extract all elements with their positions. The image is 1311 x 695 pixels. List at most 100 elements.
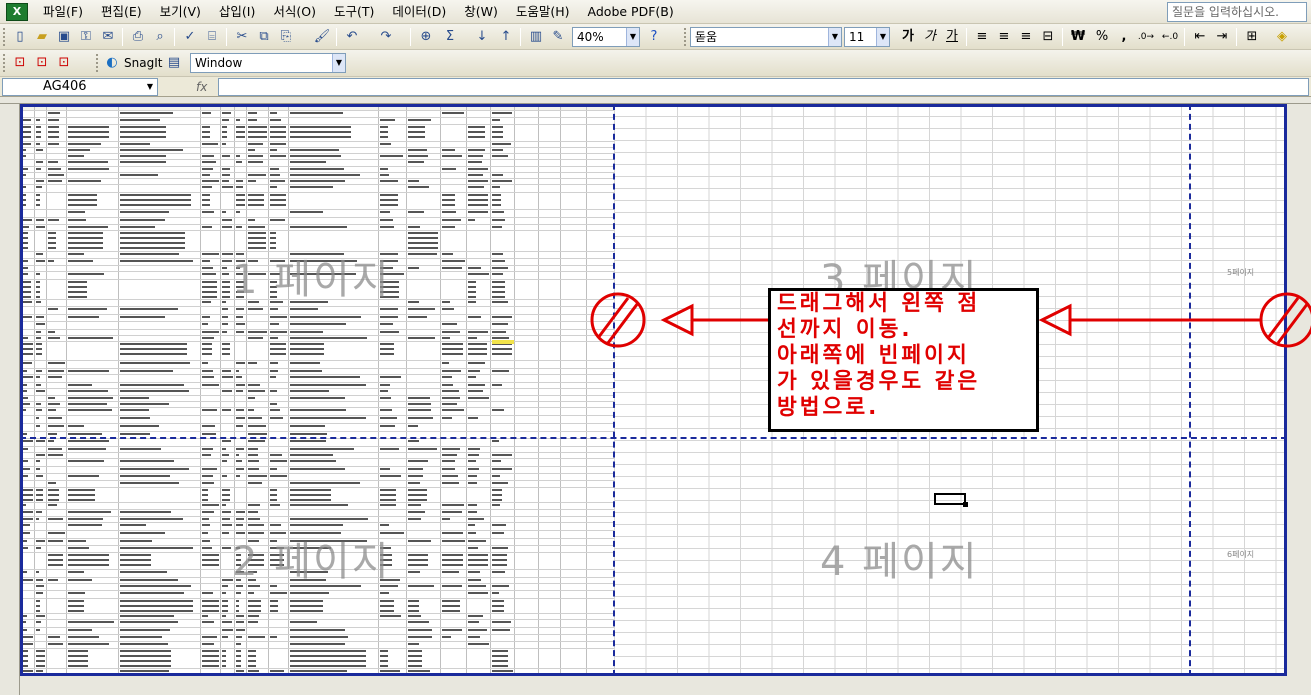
callout-line: 선까지 이동. bbox=[777, 317, 913, 342]
pdf-email-icon[interactable]: ⊡ bbox=[32, 53, 52, 73]
column-headers[interactable] bbox=[0, 97, 1311, 104]
menu-window[interactable]: 창(W) bbox=[455, 1, 507, 23]
snagit-icon[interactable]: ◐ bbox=[102, 53, 122, 73]
font-name-combo[interactable]: 돋움 ▼ bbox=[690, 27, 842, 47]
page-label-2: 2 페이지 bbox=[232, 539, 391, 585]
help-icon[interactable]: ? bbox=[644, 27, 664, 47]
page-label-4: 4 페이지 bbox=[820, 539, 979, 585]
snagit-settings-icon[interactable]: ▤ bbox=[164, 53, 184, 73]
callout-line: 가 있을경우도 같은 bbox=[777, 369, 981, 394]
toolbar-grip[interactable] bbox=[96, 54, 100, 72]
decrease-indent-icon[interactable]: ⇤ bbox=[1190, 27, 1210, 47]
menu-adobe-pdf[interactable]: Adobe PDF(B) bbox=[579, 1, 683, 23]
toolbar-separator bbox=[174, 28, 175, 46]
spelling-icon[interactable]: ✓ bbox=[180, 27, 200, 47]
chevron-down-icon[interactable]: ▼ bbox=[332, 54, 345, 72]
outside-print-area bbox=[1287, 104, 1311, 676]
toolbar-separator bbox=[336, 28, 337, 46]
decrease-decimal-icon[interactable]: ←.0 bbox=[1160, 27, 1180, 47]
addin-toolbar: ⊡ ⊡ ⊡ ◐ SnagIt ▤ Window ▼ bbox=[0, 50, 1311, 77]
cut-icon[interactable]: ✂ bbox=[232, 27, 252, 47]
font-size-combo[interactable]: 11 ▼ bbox=[844, 27, 890, 47]
menu-help[interactable]: 도움말(H) bbox=[507, 1, 579, 23]
excel-app-icon[interactable]: X bbox=[6, 2, 28, 21]
zoom-combo[interactable]: 40% ▼ bbox=[572, 27, 640, 47]
menu-tools[interactable]: 도구(T) bbox=[325, 1, 383, 23]
save-icon[interactable]: ▣ bbox=[54, 27, 74, 47]
row-headers[interactable] bbox=[0, 104, 20, 695]
name-box-value: AG406 bbox=[43, 79, 87, 94]
page-break-horizontal[interactable] bbox=[20, 437, 1287, 439]
print-preview-icon[interactable]: ⌕ bbox=[150, 27, 170, 47]
copy-icon[interactable]: ⧉ bbox=[254, 27, 274, 47]
toolbar-separator bbox=[410, 28, 411, 46]
print-area-border[interactable] bbox=[20, 104, 1287, 676]
align-left-icon[interactable]: ≡ bbox=[972, 27, 992, 47]
outside-print-area bbox=[20, 676, 1311, 695]
menu-insert[interactable]: 삽입(I) bbox=[210, 1, 264, 23]
borders-icon[interactable]: ⊞ bbox=[1242, 27, 1262, 47]
align-center-icon[interactable]: ≡ bbox=[994, 27, 1014, 47]
menu-view[interactable]: 보기(V) bbox=[151, 1, 210, 23]
undo-icon[interactable]: ↶ bbox=[342, 27, 362, 47]
pdf-review-icon[interactable]: ⊡ bbox=[54, 53, 74, 73]
chevron-down-icon[interactable]: ▼ bbox=[143, 79, 157, 95]
percent-button[interactable]: % bbox=[1092, 27, 1112, 47]
underline-button[interactable]: 가 bbox=[942, 27, 962, 47]
worksheet-grid[interactable]: 1 페이지 2 페이지 3 페이지 4 페이지 5페이지 6페이지 bbox=[0, 97, 1311, 695]
fill-color-icon[interactable]: ◈ bbox=[1272, 27, 1292, 47]
page-break-vertical[interactable] bbox=[613, 104, 615, 676]
chevron-down-icon[interactable]: ▼ bbox=[876, 28, 889, 46]
menu-data[interactable]: 데이터(D) bbox=[383, 1, 455, 23]
open-icon[interactable]: ▰ bbox=[32, 27, 52, 47]
toolbar-separator bbox=[1062, 28, 1063, 46]
sort-descending-icon[interactable]: ↑ bbox=[496, 27, 516, 47]
menu-format[interactable]: 서식(O) bbox=[264, 1, 325, 23]
drawing-icon[interactable]: ✎ bbox=[548, 27, 568, 47]
fx-icon[interactable]: fx bbox=[196, 78, 216, 96]
toolbar-grip[interactable] bbox=[3, 28, 7, 46]
menu-edit[interactable]: 편집(E) bbox=[92, 1, 151, 23]
currency-button[interactable]: ₩ bbox=[1068, 27, 1088, 47]
merge-center-icon[interactable]: ⊟ bbox=[1038, 27, 1058, 47]
formula-bar: AG406 ▼ fx bbox=[0, 77, 1311, 97]
capture-mode-combo[interactable]: Window ▼ bbox=[190, 53, 346, 73]
fill-handle[interactable] bbox=[963, 502, 968, 507]
callout-line: 드래그해서 왼쪽 점 bbox=[777, 291, 981, 316]
help-question-input[interactable]: 질문을 입력하십시오. bbox=[1167, 2, 1307, 22]
sort-ascending-icon[interactable]: ↓ bbox=[472, 27, 492, 47]
toolbar-grip[interactable] bbox=[684, 28, 688, 46]
bold-button[interactable]: 가 bbox=[898, 27, 918, 47]
chevron-down-icon[interactable]: ▼ bbox=[828, 28, 841, 46]
pdf-convert-icon[interactable]: ⊡ bbox=[10, 53, 30, 73]
page-break-vertical[interactable] bbox=[1189, 104, 1191, 676]
chart-wizard-icon[interactable]: ▥ bbox=[526, 27, 546, 47]
toolbar-grip[interactable] bbox=[3, 54, 7, 72]
email-icon[interactable]: ✉ bbox=[98, 27, 118, 47]
snagit-label[interactable]: SnagIt bbox=[124, 54, 162, 72]
new-icon[interactable]: ▯ bbox=[10, 27, 30, 47]
font-name-value: 돋움 bbox=[695, 30, 718, 44]
autosum-icon[interactable]: Σ bbox=[440, 27, 460, 47]
page-label-5: 5페이지 bbox=[1227, 268, 1255, 277]
paste-icon[interactable]: ⎘ bbox=[276, 27, 296, 47]
redo-icon[interactable]: ↷ bbox=[376, 27, 396, 47]
toolbar-separator bbox=[226, 28, 227, 46]
align-right-icon[interactable]: ≡ bbox=[1016, 27, 1036, 47]
increase-indent-icon[interactable]: ⇥ bbox=[1212, 27, 1232, 47]
comma-button[interactable]: , bbox=[1114, 27, 1134, 47]
research-icon[interactable]: ⌸ bbox=[202, 27, 222, 47]
increase-decimal-icon[interactable]: .0→ bbox=[1136, 27, 1156, 47]
print-icon[interactable]: ⎙ bbox=[128, 27, 148, 47]
hyperlink-icon[interactable]: ⊕ bbox=[416, 27, 436, 47]
page-label-1: 1 페이지 bbox=[232, 257, 391, 303]
callout-line: 방법으로. bbox=[777, 395, 880, 420]
chevron-down-icon[interactable]: ▼ bbox=[626, 28, 639, 46]
menu-file[interactable]: 파일(F) bbox=[34, 1, 92, 23]
format-painter-icon[interactable]: 🖌 bbox=[312, 27, 332, 47]
italic-button[interactable]: 가 bbox=[920, 27, 940, 47]
permission-icon[interactable]: ⚿ bbox=[76, 27, 96, 47]
name-box[interactable]: AG406 ▼ bbox=[2, 78, 158, 96]
active-cell[interactable] bbox=[934, 493, 968, 507]
formula-input[interactable] bbox=[218, 78, 1309, 96]
